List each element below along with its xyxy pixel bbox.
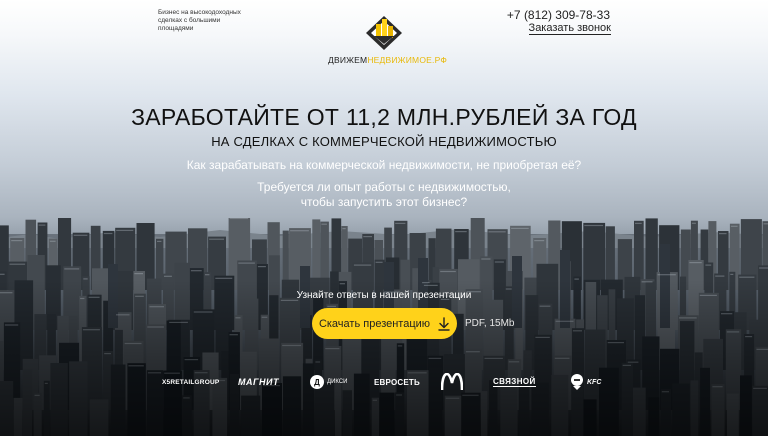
bottom-overlay — [0, 280, 768, 436]
mcdonalds-arches-icon — [441, 373, 463, 391]
partner-dixy-logo: Д ДИКСИ — [310, 370, 347, 394]
partner-kfc-logo: KFC — [570, 370, 601, 394]
partner-euroset-logo: ЕВРОСЕТЬ — [374, 370, 420, 394]
logo-name-accent: НЕДВИЖИМОЕ.РФ — [367, 55, 448, 65]
download-arrow-icon — [438, 316, 450, 331]
question-1: Как зарабатывать на коммерческой недвижи… — [186, 158, 582, 172]
partner-magnit-text: МАГНИТ — [238, 377, 279, 387]
kfc-colonel-icon — [571, 374, 583, 390]
partner-x5-logo: X5RETAILGROUP — [162, 370, 219, 394]
partner-mcdonalds-logo — [441, 370, 463, 394]
partner-svyaznoy-logo: СВЯЗНОЙ — [493, 370, 536, 394]
building-logo-icon — [366, 16, 402, 50]
partner-dixy-text: ДИКСИ — [327, 379, 348, 385]
site-logo[interactable]: ДВИЖЕМНЕДВИЖИМОЕ.РФ — [328, 14, 447, 65]
page-subheadline: НА СДЕЛКАХ С КОММЕРЧЕСКОЙ НЕДВИЖИМОСТЬЮ — [211, 134, 557, 149]
question-2: Требуется ли опыт работы с недвижимостью… — [0, 180, 768, 210]
partner-svyaznoy-text: СВЯЗНОЙ — [493, 377, 536, 387]
logo-name-dark: ДВИЖЕМ — [328, 55, 368, 65]
tagline: Бизнес на высокодоходных сделках с больш… — [158, 9, 241, 32]
partners-logos: X5RETAILGROUP МАГНИТ Д ДИКСИ ЕВРОСЕТЬ СВ… — [160, 370, 610, 394]
question-2-line2: чтобы запустить этот бизнес? — [300, 195, 468, 209]
partner-kfc-text: KFC — [587, 378, 602, 386]
download-button-label: Скачать презентацию — [318, 317, 431, 330]
partner-magnit-logo: МАГНИТ — [238, 370, 279, 394]
partner-x5-text: X5RETAILGROUP — [162, 378, 220, 386]
callback-link[interactable]: Заказать звонок — [528, 22, 611, 35]
cta-label: Узнайте ответы в нашей презентации — [296, 290, 472, 301]
question-2-line1: Требуется ли опыт работы с недвижимостью… — [257, 180, 511, 194]
phone-number[interactable]: +7 (812) 309-78-33 — [507, 8, 610, 23]
download-presentation-button[interactable]: Скачать презентацию — [312, 308, 457, 339]
file-meta: PDF, 15Mb — [465, 318, 515, 329]
partner-euroset-text: ЕВРОСЕТЬ — [374, 377, 420, 387]
partner-dixy-badge: Д — [310, 375, 324, 389]
page-headline: ЗАРАБОТАЙТЕ ОТ 11,2 МЛН.РУБЛЕЙ ЗА ГОД — [131, 104, 637, 130]
